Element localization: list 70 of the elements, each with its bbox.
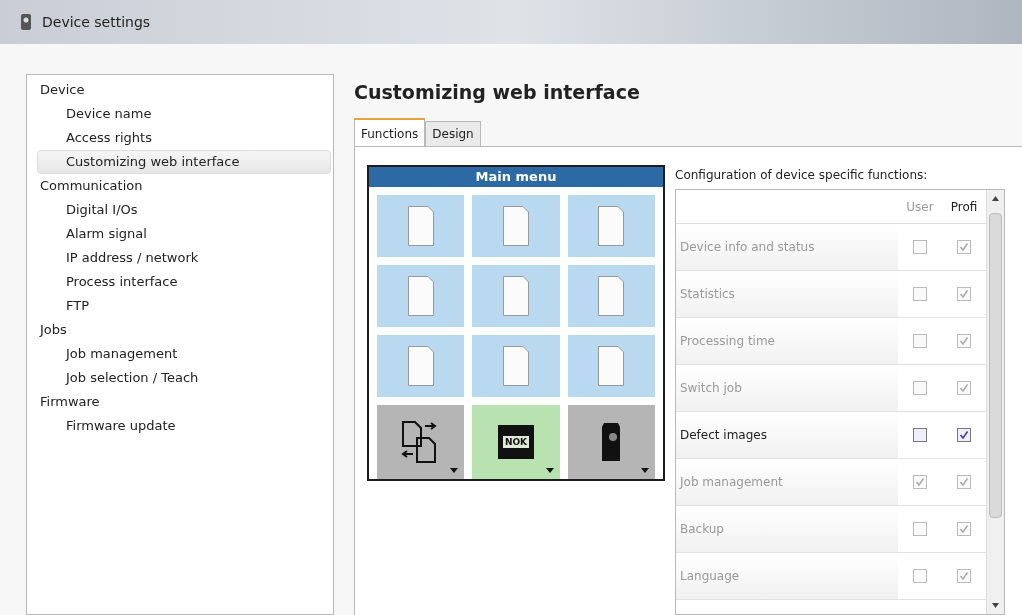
device-icon <box>18 12 34 32</box>
scrollbar[interactable] <box>986 190 1004 614</box>
checkbox[interactable] <box>913 428 927 442</box>
checkbox[interactable] <box>913 381 927 395</box>
tree-item[interactable]: Firmware update <box>37 414 331 438</box>
scroll-thumb[interactable] <box>989 213 1002 518</box>
page-icon <box>407 205 434 246</box>
tree-item[interactable]: Digital I/Os <box>37 198 331 222</box>
page-icon <box>598 345 625 386</box>
column-header: User <box>905 198 935 216</box>
main-menu-title: Main menu <box>369 167 663 187</box>
checkbox[interactable] <box>957 428 971 442</box>
tree-item[interactable]: Jobs <box>37 318 331 342</box>
checkbox[interactable] <box>913 334 927 348</box>
tree-item[interactable]: Job selection / Teach <box>37 366 331 390</box>
page-icon <box>407 345 434 386</box>
caret-icon <box>545 467 554 473</box>
page-icon <box>407 275 434 316</box>
page-icon <box>503 345 529 386</box>
menu-tile[interactable] <box>567 194 655 257</box>
menu-tile[interactable] <box>377 334 465 397</box>
tree-item[interactable]: Firmware <box>37 390 331 414</box>
menu-tile[interactable] <box>567 334 655 397</box>
caret-icon <box>450 467 459 473</box>
checkbox[interactable] <box>913 569 927 583</box>
page-heading: Customizing web interface <box>354 80 641 105</box>
column-header: Profi <box>949 198 979 216</box>
checkbox[interactable] <box>913 475 927 489</box>
menu-tile[interactable] <box>472 194 560 257</box>
tree-item[interactable]: Device name <box>37 102 331 126</box>
tree-item[interactable]: Access rights <box>37 126 331 150</box>
menu-tile[interactable] <box>567 264 655 327</box>
page-icon <box>598 205 625 246</box>
checkbox[interactable] <box>957 475 971 489</box>
checkbox[interactable] <box>913 240 927 254</box>
checkbox[interactable] <box>957 522 971 536</box>
page-icon <box>503 275 529 316</box>
scroll-down-icon[interactable] <box>992 603 999 608</box>
sensor-icon <box>600 420 623 463</box>
nok-label: NOK <box>502 435 530 448</box>
menu-tile[interactable]: NOK <box>472 404 560 479</box>
tab[interactable]: Design <box>425 121 481 146</box>
checkbox[interactable] <box>913 522 927 536</box>
page-icon <box>503 205 529 246</box>
checkbox[interactable] <box>957 569 971 583</box>
menu-tile[interactable] <box>567 404 655 479</box>
page-icon <box>598 275 625 316</box>
tree-item[interactable]: Job management <box>37 342 331 366</box>
window-title: Device settings <box>42 12 151 32</box>
tree-item[interactable]: Alarm signal <box>37 222 331 246</box>
tree-item[interactable]: Device <box>37 78 331 102</box>
menu-tile[interactable] <box>472 264 560 327</box>
menu-tile[interactable] <box>472 334 560 397</box>
tree-item[interactable]: FTP <box>37 294 331 318</box>
menu-tile[interactable] <box>377 404 465 479</box>
menu-tile[interactable] <box>377 194 465 257</box>
tree-item[interactable]: IP address / network <box>37 246 331 270</box>
tab[interactable]: Functions <box>354 118 426 147</box>
tree-item[interactable]: Customizing web interface <box>37 150 331 174</box>
checkbox[interactable] <box>957 287 971 301</box>
checkbox[interactable] <box>957 240 971 254</box>
tree-item[interactable]: Process interface <box>37 270 331 294</box>
scroll-up-icon[interactable] <box>992 196 999 201</box>
caret-icon <box>641 467 649 473</box>
menu-tile[interactable] <box>377 264 465 327</box>
checkbox[interactable] <box>957 334 971 348</box>
tree-item[interactable]: Communication <box>37 174 331 198</box>
configuration-label: Configuration of device specific functions: <box>675 167 929 184</box>
checkbox[interactable] <box>957 381 971 395</box>
checkbox[interactable] <box>913 287 927 301</box>
